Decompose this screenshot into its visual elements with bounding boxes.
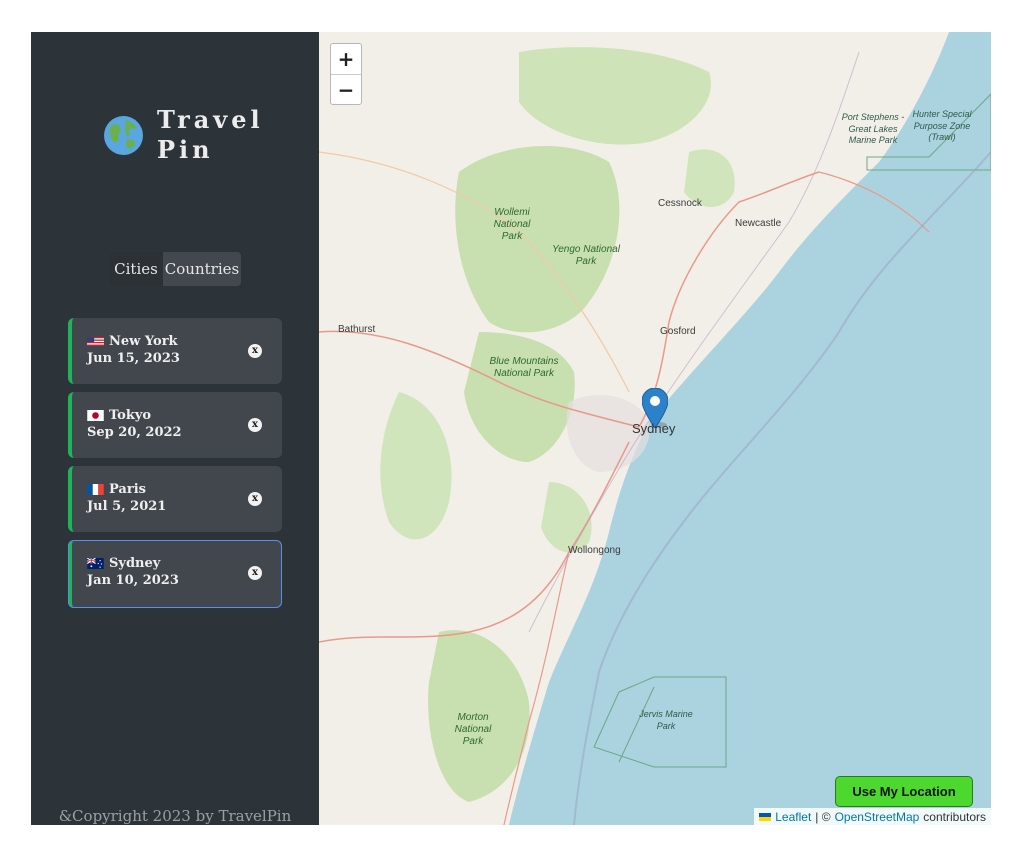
tabs: Cities Countries (109, 252, 241, 286)
app: Travel Pin Cities Countries New York Jun… (31, 32, 991, 825)
zoom-control: + − (330, 43, 362, 105)
city-item[interactable]: Tokyo Sep 20, 2022 x (68, 392, 282, 458)
place-label-bathurst: Bathurst (338, 324, 376, 335)
logo[interactable]: Travel Pin (103, 105, 264, 165)
city-name-text: New York (109, 334, 178, 349)
leaflet-link[interactable]: Leaflet (775, 810, 811, 824)
delete-city-button[interactable]: x (248, 492, 262, 506)
attribution-separator: | © (815, 809, 831, 824)
copyright: &Copyright 2023 by TravelPin (58, 807, 292, 825)
map[interactable]: + − Cessnock Newcastle Gosford Bathurst … (319, 32, 991, 825)
city-item[interactable]: Paris Jul 5, 2021 x (68, 466, 282, 532)
zoom-in-button[interactable]: + (331, 44, 361, 75)
ukraine-flag-icon (759, 812, 772, 821)
place-label-wollongong: Wollongong (568, 545, 621, 556)
attribution-suffix: contributors (923, 809, 986, 824)
city-list: New York Jun 15, 2023 x Tokyo Sep 20, 20… (68, 318, 282, 616)
city-date: Jun 15, 2023 (87, 351, 180, 366)
city-date: Jan 10, 2023 (87, 573, 179, 588)
park-label-yengo: Yengo National Park (552, 244, 620, 267)
city-name-text: Paris (109, 482, 146, 497)
delete-city-button[interactable]: x (248, 418, 262, 432)
marine-label-hunter: Hunter Special Purpose Zone (Trawl) (912, 109, 972, 142)
place-label-gosford: Gosford (660, 326, 696, 337)
city-item[interactable]: New York Jun 15, 2023 x (68, 318, 282, 384)
city-date: Jul 5, 2021 (87, 499, 167, 514)
marker-label: Sydney (632, 421, 676, 436)
place-label-cessnock: Cessnock (658, 198, 702, 209)
au-flag-icon (87, 558, 104, 569)
park-label-morton: Morton National Park (454, 712, 492, 747)
city-item[interactable]: Sydney Jan 10, 2023 x (68, 540, 282, 608)
zoom-out-button[interactable]: − (331, 75, 361, 105)
city-name: Paris (87, 482, 146, 497)
osm-link[interactable]: OpenStreetMap (835, 810, 920, 824)
park-label-wollemi: Wollemi National Park (493, 207, 531, 242)
tab-countries[interactable]: Countries (163, 252, 241, 286)
city-date: Sep 20, 2022 (87, 425, 182, 440)
logo-text: Travel Pin (157, 105, 264, 164)
jp-flag-icon (87, 410, 104, 421)
city-name: Tokyo (87, 408, 151, 423)
fr-flag-icon (87, 484, 104, 495)
delete-city-button[interactable]: x (248, 566, 262, 580)
delete-city-button[interactable]: x (248, 344, 262, 358)
marine-label-port-stephens: Port Stephens - Great Lakes Marine Park (841, 112, 905, 145)
park-label-blue-mountains: Blue Mountains National Park (489, 356, 559, 379)
city-name-text: Tokyo (109, 408, 152, 423)
city-name: New York (87, 334, 178, 349)
city-name-text: Sydney (109, 556, 161, 571)
us-flag-icon (87, 337, 104, 346)
globe-icon (104, 115, 143, 155)
sidebar: Travel Pin Cities Countries New York Jun… (31, 32, 319, 825)
marine-label-jervis: Jervis Marine Park (639, 709, 693, 731)
place-label-newcastle: Newcastle (735, 218, 782, 229)
tab-cities[interactable]: Cities (109, 252, 163, 286)
use-my-location-button[interactable]: Use My Location (835, 776, 973, 807)
city-name: Sydney (87, 556, 160, 571)
map-attribution: Leaflet | © OpenStreetMap contributors (754, 808, 991, 825)
